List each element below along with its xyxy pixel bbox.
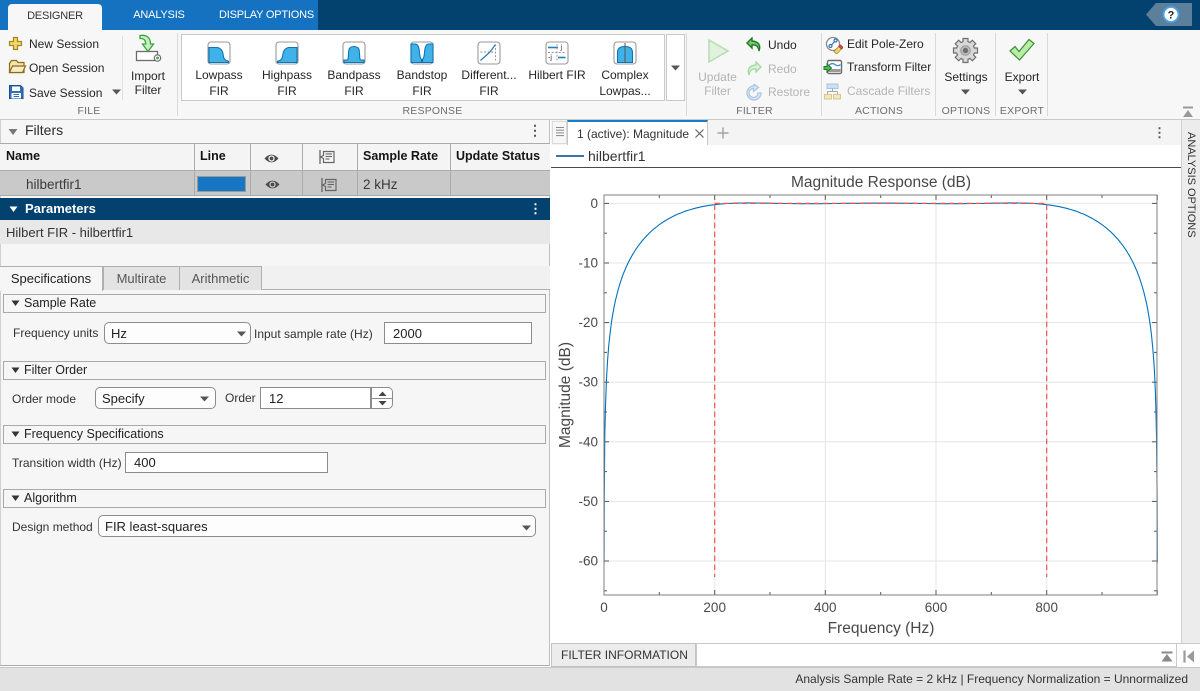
svg-text:?: ? [1168,10,1175,22]
svg-text:j: j [560,45,563,52]
svg-text:Frequency (Hz): Frequency (Hz) [828,620,935,637]
svg-text:400: 400 [814,600,837,615]
svg-text:-50: -50 [578,494,598,509]
svg-text:-60: -60 [578,554,598,569]
svg-text:-j: -j [548,55,552,62]
svg-text:0: 0 [600,600,608,615]
svg-text:-20: -20 [578,315,598,330]
svg-text:800: 800 [1035,600,1058,615]
svg-text:-40: -40 [578,434,598,449]
svg-text:Magnitude Response (dB): Magnitude Response (dB) [791,174,971,191]
svg-text:0: 0 [590,196,598,211]
svg-text:600: 600 [925,600,948,615]
svg-text:200: 200 [703,600,726,615]
svg-text:-30: -30 [578,375,598,390]
svg-text:-10: -10 [578,256,598,271]
svg-text:Magnitude (dB): Magnitude (dB) [557,342,574,448]
